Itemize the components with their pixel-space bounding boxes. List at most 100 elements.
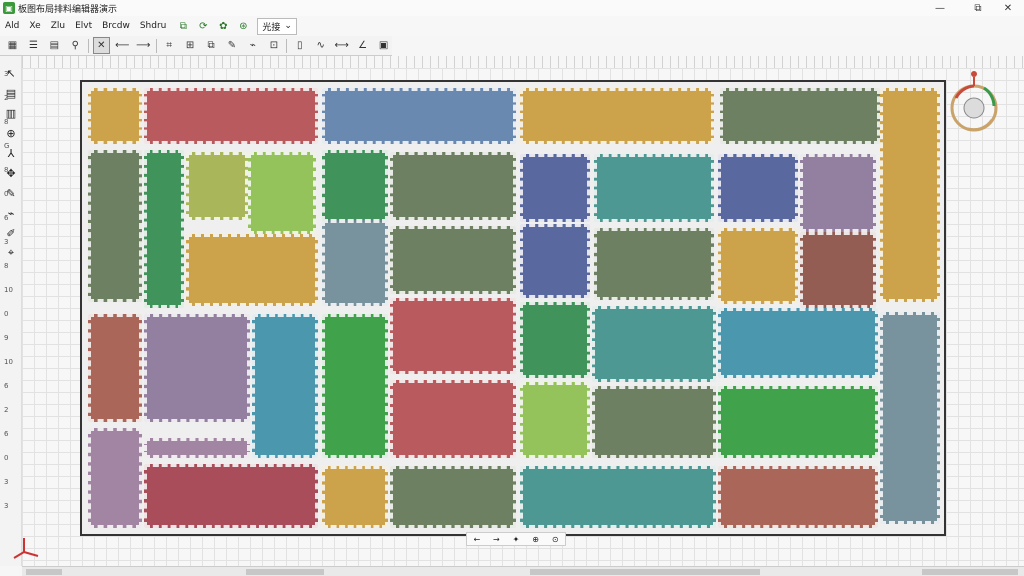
layout-piece-maroon[interactable] [144,464,318,528]
grid-tool-icon[interactable]: ▦ [4,37,21,54]
layout-piece-gold[interactable] [718,228,798,304]
layout-piece-purple[interactable] [144,314,250,422]
copy-tool-icon[interactable]: ⧉ [203,37,220,54]
layout-piece-olive[interactable] [390,466,516,528]
toolbar-separator [155,38,157,53]
scrollbar-thumb[interactable] [530,569,760,575]
layout-piece-olive[interactable] [720,88,880,144]
layout-piece-navy[interactable] [520,154,590,222]
next-icon[interactable]: → [493,535,500,544]
move-left-tool-icon[interactable]: ⟵ [114,37,131,54]
layout-sheet[interactable] [80,80,946,536]
refresh-icon[interactable]: ⟳ [195,18,211,34]
ruler-label: 3 [4,502,9,510]
layout-piece-green[interactable] [144,150,184,308]
canvas-tools: ← → ✦ ⊕ ⊙ [466,532,566,546]
crop-tool-icon[interactable]: ⊡ [265,37,282,54]
close-button[interactable]: ✕ [992,0,1024,16]
layout-piece-red[interactable] [390,380,516,458]
layout-piece-navy[interactable] [520,224,590,298]
menu-file[interactable]: Ald [0,21,24,31]
layout-piece-leaf[interactable] [520,382,590,458]
minimize-button[interactable]: — [924,0,956,16]
curve-tool-icon[interactable]: ∿ [312,37,329,54]
globe-icon[interactable]: ⊕ [532,535,539,544]
layout-piece-lime[interactable] [186,152,248,220]
layout-piece-olive[interactable] [390,226,516,294]
layout-piece-green[interactable] [322,150,388,222]
layout-piece-rust[interactable] [718,466,878,528]
layout-piece-green[interactable] [520,302,590,378]
angle-tool-icon[interactable]: ∠ [354,37,371,54]
close-selection-tool-icon[interactable]: ✕ [92,37,110,54]
view-dropdown[interactable]: 光接 ⌄ [257,17,297,35]
star-icon[interactable]: ✦ [513,535,520,544]
layout-piece-cyan[interactable] [252,314,318,458]
ruler-label: 9 [4,334,9,342]
scrollbar-thumb[interactable] [26,569,62,575]
layout-piece-slate[interactable] [880,312,940,524]
align-tool-icon[interactable]: ⊞ [182,37,199,54]
zoom-tool-icon[interactable]: ⚲ [67,37,84,54]
scrollbar-thumb[interactable] [922,569,1018,575]
layout-piece-red[interactable] [390,298,516,374]
list-tool-icon[interactable]: ☰ [25,37,42,54]
layout-piece-cyan[interactable] [718,308,878,378]
menu-board[interactable]: Brcdw [97,21,135,31]
layout-piece-gold[interactable] [88,88,142,144]
menu-shadow[interactable]: Shdru [135,21,172,31]
layout-piece-red[interactable] [144,88,318,144]
layout-piece-olive[interactable] [592,386,716,458]
layout-piece-gold[interactable] [322,466,388,528]
menu-bar: Ald Xe Zlu Elvt Brcdw Shdru ⧉ ⟳ ✿ ⊛ 光接 ⌄ [0,16,1024,36]
layout-piece-teal[interactable] [520,466,716,528]
layout-piece-slate[interactable] [322,220,388,306]
layout-piece-gold[interactable] [880,88,940,302]
layout-piece-gold[interactable] [186,234,318,306]
prev-icon[interactable]: ← [473,535,480,544]
ruler-label: 2 [4,406,9,414]
palette-icon[interactable]: ✿ [215,18,231,34]
layout-piece-olive[interactable] [390,152,516,220]
copy-icon[interactable]: ⧉ [175,18,191,34]
brush-tool-icon[interactable]: ⌁ [244,37,261,54]
compass-navigator[interactable] [948,66,1000,134]
measure-tool-icon[interactable]: ⟷ [333,37,350,54]
layout-piece-leaf[interactable] [248,152,316,234]
layout-piece-mauve[interactable] [144,438,250,458]
link-icon[interactable]: ⊛ [235,18,251,34]
ruler-label: 10 [4,358,13,366]
menu-view[interactable]: Zlu [46,21,70,31]
layout-piece-purple[interactable] [800,154,876,232]
view-dropdown-label: 光接 [262,22,281,33]
maximize-button[interactable]: ⧉ [962,0,994,16]
layout-piece-deepgreen[interactable] [322,314,388,458]
document-tool-icon[interactable]: ▯ [291,37,308,54]
layout-piece-navy[interactable] [718,154,798,222]
move-right-tool-icon[interactable]: ⟶ [135,37,152,54]
node-tool-icon[interactable]: ⌗ [161,37,178,54]
ruler-label: 0 [4,310,9,318]
layout-piece-gold[interactable] [520,88,714,144]
ruler-label: 6 [4,430,9,438]
layout-piece-teal[interactable] [592,306,716,382]
menu-edit[interactable]: Xe [24,21,45,31]
layout-piece-olive[interactable] [594,228,714,300]
layout-piece-mauve[interactable] [88,428,142,528]
pen-tool-icon[interactable]: ✎ [224,37,241,54]
layers-tool-icon[interactable]: ▤ [46,37,63,54]
layout-piece-teal[interactable] [594,154,714,222]
layout-piece-rust[interactable] [88,314,142,422]
scrollbar-thumb[interactable] [246,569,324,575]
ruler-label: G [4,142,10,150]
layout-piece-brown[interactable] [800,232,876,308]
settings-icon[interactable]: ⊙ [552,535,559,544]
window-title: 板图布局排料编辑器演示 [18,4,118,15]
layout-piece-deepgreen[interactable] [718,386,878,458]
layout-piece-blue[interactable] [322,88,516,144]
menu-element[interactable]: Elvt [70,21,97,31]
axis-indicator [10,534,42,560]
image-tool-icon[interactable]: ▣ [375,37,392,54]
horizontal-scrollbar[interactable] [22,566,1024,576]
layout-piece-olive[interactable] [88,150,142,302]
